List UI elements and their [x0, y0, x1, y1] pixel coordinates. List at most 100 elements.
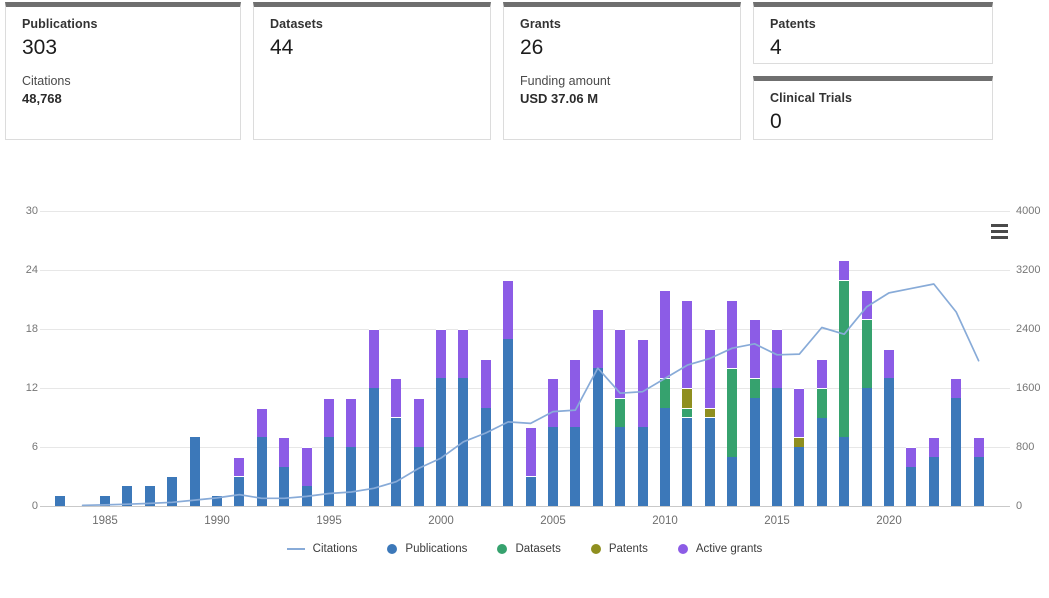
bar-segment-publications[interactable]	[928, 456, 939, 506]
bar-segment-patents[interactable]	[704, 407, 715, 418]
bar-segment-publications[interactable]	[100, 496, 110, 506]
bar-segment-publications[interactable]	[973, 456, 984, 506]
bar-segment-active-grants[interactable]	[548, 378, 558, 428]
bar-segment-active-grants[interactable]	[413, 397, 424, 447]
bar-segment-publications[interactable]	[660, 407, 670, 506]
legend-item-patents[interactable]: Patents	[590, 543, 648, 555]
bar-segment-active-grants[interactable]	[951, 378, 962, 398]
bar-segment-active-grants[interactable]	[749, 319, 760, 379]
bar-segment-datasets[interactable]	[727, 368, 738, 457]
bar-segment-active-grants[interactable]	[772, 329, 782, 388]
x-axis-tick-label: 2015	[764, 515, 790, 527]
bar-segment-active-grants[interactable]	[727, 299, 738, 369]
bar-segment-active-grants[interactable]	[368, 329, 379, 388]
bar-segment-publications[interactable]	[548, 427, 558, 506]
bar-segment-publications[interactable]	[951, 397, 962, 506]
bar-segment-publications[interactable]	[570, 427, 581, 506]
bar-segment-publications[interactable]	[189, 437, 200, 506]
bar-segment-datasets[interactable]	[749, 378, 760, 398]
bar-segment-publications[interactable]	[637, 427, 648, 506]
bar-segment-publications[interactable]	[368, 388, 379, 506]
bar-segment-active-grants[interactable]	[391, 378, 402, 418]
bar-segment-datasets[interactable]	[660, 378, 670, 408]
bar-segment-publications[interactable]	[749, 397, 760, 506]
bar-segment-active-grants[interactable]	[570, 358, 581, 428]
bar-segment-active-grants[interactable]	[436, 329, 446, 379]
legend-item-citations[interactable]: Citations	[286, 543, 358, 555]
bar-segment-active-grants[interactable]	[503, 279, 514, 339]
bar-segment-datasets[interactable]	[682, 407, 693, 418]
legend-item-active-grants[interactable]: Active grants	[677, 543, 762, 555]
legend-label: Patents	[608, 543, 648, 555]
gridline	[40, 270, 1010, 271]
bar-segment-active-grants[interactable]	[324, 397, 334, 438]
bar-segment-publications[interactable]	[682, 417, 693, 506]
bar-segment-publications[interactable]	[391, 417, 402, 506]
bar-segment-active-grants[interactable]	[234, 456, 245, 477]
bar-segment-active-grants[interactable]	[637, 338, 648, 428]
bar-segment-active-grants[interactable]	[279, 437, 290, 467]
bar-segment-publications[interactable]	[167, 476, 178, 506]
x-axis-tick-label: 1995	[316, 515, 342, 527]
bar-segment-active-grants[interactable]	[906, 447, 917, 467]
bar-segment-publications[interactable]	[525, 476, 536, 506]
bar-segment-publications[interactable]	[704, 417, 715, 506]
legend-label: Publications	[405, 543, 468, 555]
bar-segment-publications[interactable]	[772, 388, 782, 506]
bar-segment-publications[interactable]	[615, 427, 626, 506]
bar-segment-active-grants[interactable]	[884, 348, 894, 379]
bar-segment-publications[interactable]	[727, 456, 738, 506]
bar-segment-active-grants[interactable]	[794, 388, 805, 438]
bar-segment-publications[interactable]	[480, 407, 491, 506]
bar-segment-active-grants[interactable]	[256, 407, 267, 438]
left-axis-tick-label: 18	[25, 323, 38, 335]
bar-segment-publications[interactable]	[794, 447, 805, 506]
bar-segment-active-grants[interactable]	[861, 289, 872, 320]
bar-segment-publications[interactable]	[458, 378, 469, 506]
bar-segment-patents[interactable]	[682, 388, 693, 408]
bar-segment-active-grants[interactable]	[525, 427, 536, 477]
bar-segment-active-grants[interactable]	[346, 397, 357, 447]
bar-segment-datasets[interactable]	[615, 397, 626, 428]
bar-segment-active-grants[interactable]	[682, 299, 693, 388]
bar-segment-publications[interactable]	[256, 437, 267, 506]
bar-segment-active-grants[interactable]	[928, 437, 939, 457]
bar-segment-datasets[interactable]	[861, 319, 872, 388]
bar-segment-active-grants[interactable]	[704, 329, 715, 408]
bar-segment-datasets[interactable]	[839, 279, 850, 438]
x-axis-tick-label: 1990	[204, 515, 230, 527]
bar-segment-datasets[interactable]	[816, 388, 827, 418]
bar-segment-publications[interactable]	[279, 466, 290, 506]
bar-segment-active-grants[interactable]	[816, 358, 827, 388]
bar-segment-active-grants[interactable]	[839, 260, 850, 280]
bar-segment-publications[interactable]	[301, 486, 312, 506]
bar-segment-active-grants[interactable]	[458, 329, 469, 379]
bar-segment-active-grants[interactable]	[480, 358, 491, 408]
bar-segment-publications[interactable]	[839, 437, 850, 506]
bar-segment-active-grants[interactable]	[615, 329, 626, 398]
bar-segment-publications[interactable]	[413, 447, 424, 506]
bar-segment-publications[interactable]	[816, 417, 827, 506]
bar-segment-publications[interactable]	[906, 466, 917, 506]
bar-segment-active-grants[interactable]	[973, 437, 984, 457]
bar-segment-active-grants[interactable]	[592, 309, 603, 369]
legend-label: Citations	[312, 543, 358, 555]
bar-segment-active-grants[interactable]	[660, 289, 670, 379]
bar-segment-publications[interactable]	[212, 496, 222, 506]
legend-item-publications[interactable]: Publications	[387, 543, 467, 555]
bar-segment-publications[interactable]	[144, 486, 155, 506]
bar-segment-publications[interactable]	[592, 368, 603, 506]
bar-segment-publications[interactable]	[346, 447, 357, 506]
chart-menu-icon[interactable]	[991, 224, 1008, 239]
bar-segment-publications[interactable]	[55, 496, 66, 506]
bar-segment-publications[interactable]	[884, 378, 894, 506]
bar-segment-publications[interactable]	[436, 378, 446, 506]
bar-segment-publications[interactable]	[234, 476, 245, 506]
legend-item-datasets[interactable]: Datasets	[497, 543, 561, 555]
bar-segment-publications[interactable]	[324, 437, 334, 506]
bar-segment-publications[interactable]	[861, 388, 872, 506]
bar-segment-publications[interactable]	[503, 338, 514, 506]
bar-segment-publications[interactable]	[122, 486, 133, 506]
bar-segment-patents[interactable]	[794, 437, 805, 447]
bar-segment-active-grants[interactable]	[301, 447, 312, 487]
